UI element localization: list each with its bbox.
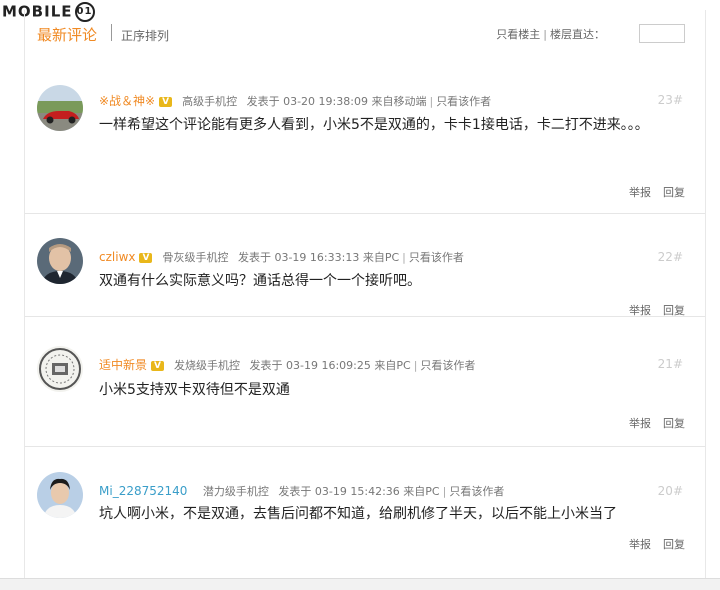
comment-item: 适中新景 V 发烧级手机控 发表于 03-19 16:09:25 来自PC | 只看该作… xyxy=(25,328,705,447)
comment-actions: 举报 回复 xyxy=(617,184,685,200)
comment-item: czliwx V 骨灰级手机控 发表于 03-19 16:33:13 来自PC | 只看… xyxy=(25,214,705,317)
only-author-link[interactable]: 只看该作者 xyxy=(449,485,504,498)
comment-author[interactable]: 适中新景 xyxy=(99,358,147,372)
comment-meta: czliwx V 骨灰级手机控 发表于 03-19 16:33:13 来自PC | 只看… xyxy=(99,249,464,265)
only-owner-link[interactable]: 只看楼主 xyxy=(496,28,540,41)
bottom-scroll-area xyxy=(0,578,720,590)
author-rank: 潜力级手机控 xyxy=(202,485,269,498)
reply-button[interactable]: 回复 xyxy=(663,538,685,551)
comment-time: 03-19 16:09:25 xyxy=(285,359,371,372)
floor-number: 23# xyxy=(657,93,683,107)
only-author-link[interactable]: 只看该作者 xyxy=(420,359,475,372)
reply-button[interactable]: 回复 xyxy=(663,186,685,199)
comment-meta: ※战＆神※ V 高级手机控 发表于 03-20 19:38:09 来自移动端 | 只看该… xyxy=(99,92,491,109)
floor-number: 22# xyxy=(657,250,683,264)
vip-badge-icon: V xyxy=(159,97,173,107)
comment-text: 一样希望这个评论能有更多人看到，小米5不是双通的，卡卡1接电话，卡二打不进来。。… xyxy=(99,117,649,133)
meta-divider: | xyxy=(429,95,434,108)
report-button[interactable]: 举报 xyxy=(629,417,651,430)
only-author-link[interactable]: 只看该作者 xyxy=(436,95,491,108)
comments-header: 最新评论 正序排列 只看楼主 | 楼层直达： xyxy=(25,10,705,58)
report-button[interactable]: 举报 xyxy=(629,186,651,199)
report-button[interactable]: 举报 xyxy=(629,538,651,551)
red-car-avatar-icon[interactable] xyxy=(37,85,83,131)
comment-actions: 举报 回复 xyxy=(617,302,685,318)
tab-ascending-order[interactable]: 正序排列 xyxy=(121,27,169,44)
author-rank: 发烧级手机控 xyxy=(173,359,240,372)
vip-badge-icon: V xyxy=(139,253,153,263)
comment-time: 03-20 19:38:09 xyxy=(283,95,368,108)
comment-actions: 举报 回复 xyxy=(617,536,685,552)
reply-button[interactable]: 回复 xyxy=(663,417,685,430)
comment-item: ※战＆神※ V 高级手机控 发表于 03-20 19:38:09 来自移动端 | 只看该… xyxy=(25,70,705,214)
filter-divider: | xyxy=(543,28,547,41)
posted-label: 发表于 xyxy=(246,95,280,108)
tab-latest-comments[interactable]: 最新评论 xyxy=(37,24,97,45)
author-rank: 高级手机控 xyxy=(182,95,238,108)
comment-source: 来自PC xyxy=(403,485,440,498)
meta-divider: | xyxy=(413,359,418,372)
floor-number: 21# xyxy=(657,357,683,371)
meta-divider: | xyxy=(402,251,406,264)
comment-source: 来自移动端 xyxy=(371,95,427,108)
comment-text: 小米5支持双卡双待但不是双通 xyxy=(99,382,290,398)
comment-author[interactable]: czliwx xyxy=(99,250,135,264)
floor-number: 20# xyxy=(657,484,683,498)
author-rank: 骨灰级手机控 xyxy=(162,251,229,264)
comment-source: 来自PC xyxy=(362,251,400,264)
comments-panel: 最新评论 正序排列 只看楼主 | 楼层直达： ※战＆神※ V 高级手机控 发表于 03-… xyxy=(24,10,706,590)
filter-bar: 只看楼主 | 楼层直达： xyxy=(496,26,605,42)
posted-label: 发表于 xyxy=(278,485,312,498)
comment-meta: 适中新景 V 发烧级手机控 发表于 03-19 16:09:25 来自PC | 只看该作… xyxy=(99,356,475,373)
only-author-link[interactable]: 只看该作者 xyxy=(409,251,464,264)
comment-actions: 举报 回复 xyxy=(617,415,685,431)
comment-source: 来自PC xyxy=(374,359,411,372)
comment-text: 双通有什么实际意义吗？通话总得一个一个接听吧。 xyxy=(99,273,421,289)
tab-divider xyxy=(111,24,112,41)
posted-label: 发表于 xyxy=(249,359,283,372)
floor-jump-label: 楼层直达： xyxy=(550,28,605,41)
posted-label: 发表于 xyxy=(237,251,271,264)
reply-button[interactable]: 回复 xyxy=(663,304,685,317)
comment-author[interactable]: ※战＆神※ xyxy=(99,94,155,108)
seal-avatar-icon[interactable] xyxy=(37,346,83,392)
comment-meta: Mi_228752140 潜力级手机控 发表于 03-19 15:42:36 来… xyxy=(99,483,504,499)
comment-item: Mi_228752140 潜力级手机控 发表于 03-19 15:42:36 来… xyxy=(25,458,705,578)
report-button[interactable]: 举报 xyxy=(629,304,651,317)
person-avatar-icon[interactable] xyxy=(37,472,83,518)
portrait-avatar-icon[interactable] xyxy=(37,238,83,284)
comment-time: 03-19 16:33:13 xyxy=(274,251,360,264)
comment-time: 03-19 15:42:36 xyxy=(314,485,400,498)
comment-text: 坑人啊小米，不是双通，去售后问都不知道，给刷机修了半天，以后不能上小米当了 xyxy=(99,506,617,522)
floor-jump-input[interactable] xyxy=(639,24,685,43)
comment-author[interactable]: Mi_228752140 xyxy=(99,484,187,498)
vip-badge-icon: V xyxy=(151,361,164,371)
meta-divider: | xyxy=(442,485,447,498)
